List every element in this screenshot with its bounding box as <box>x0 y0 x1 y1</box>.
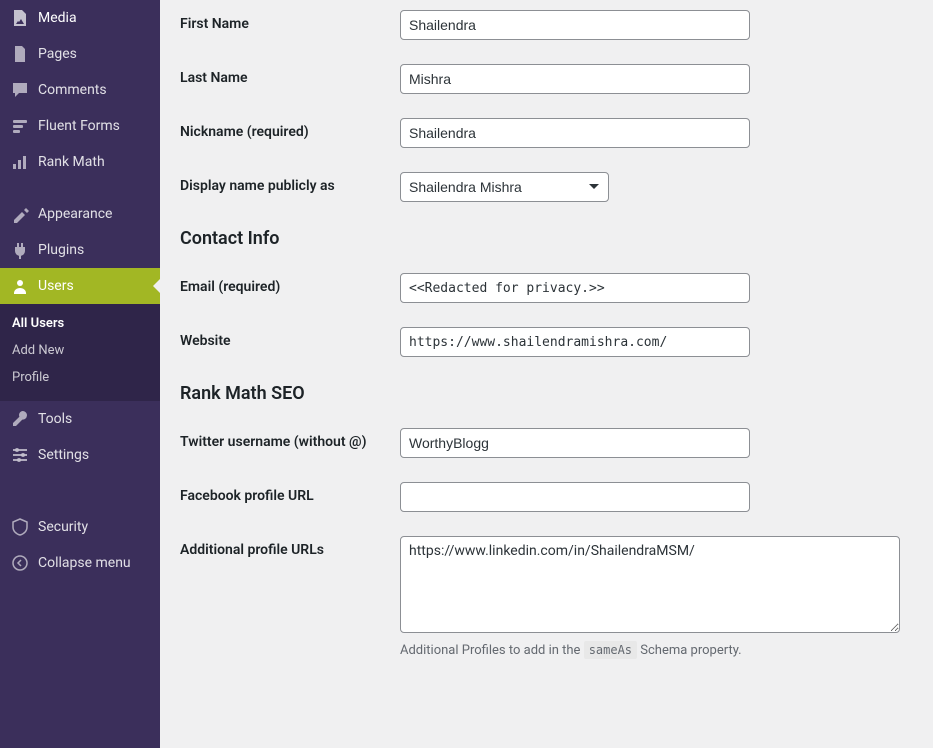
plugins-icon <box>10 240 30 260</box>
sidebar-item-plugins[interactable]: Plugins <box>0 232 160 268</box>
additional-urls-textarea[interactable]: https://www.linkedin.com/in/ShailendraMS… <box>400 536 900 633</box>
sidebar-item-appearance[interactable]: Appearance <box>0 196 160 232</box>
sidebar-item-users[interactable]: Users <box>0 268 160 304</box>
sidebar-item-label: Security <box>38 519 88 535</box>
sidebar-item-label: Tools <box>38 411 72 427</box>
nickname-input[interactable] <box>400 118 750 148</box>
twitter-input[interactable] <box>400 428 750 458</box>
first-name-label: First Name <box>180 10 400 32</box>
sidebar-item-comments[interactable]: Comments <box>0 72 160 108</box>
shield-icon <box>10 517 30 537</box>
sidebar-item-label: Rank Math <box>38 154 105 170</box>
sidebar-item-label: Comments <box>38 82 107 98</box>
first-name-input[interactable] <box>400 10 750 40</box>
facebook-label: Facebook profile URL <box>180 482 400 504</box>
email-label: Email (required) <box>180 273 400 295</box>
additional-urls-label: Additional profile URLs <box>180 536 400 558</box>
sidebar-item-rank-math[interactable]: Rank Math <box>0 144 160 180</box>
admin-sidebar: Media Pages Comments Fluent Forms Rank M… <box>0 0 160 748</box>
facebook-input[interactable] <box>400 482 750 512</box>
display-name-select[interactable]: Shailendra Mishra <box>400 172 609 202</box>
submenu-profile[interactable]: Profile <box>0 364 160 391</box>
media-icon <box>10 8 30 28</box>
nickname-label: Nickname (required) <box>180 118 400 140</box>
sidebar-item-label: Users <box>38 278 74 294</box>
users-submenu: All Users Add New Profile <box>0 304 160 401</box>
collapse-icon <box>10 553 30 573</box>
sidebar-item-fluent-forms[interactable]: Fluent Forms <box>0 108 160 144</box>
main-content: First Name Last Name Nickname (required)… <box>160 0 933 748</box>
website-label: Website <box>180 327 400 349</box>
display-name-label: Display name publicly as <box>180 172 400 194</box>
submenu-add-new[interactable]: Add New <box>0 337 160 364</box>
twitter-label: Twitter username (without @) <box>180 428 400 450</box>
email-input[interactable] <box>400 273 750 303</box>
comments-icon <box>10 80 30 100</box>
sidebar-item-label: Collapse menu <box>38 555 131 571</box>
forms-icon <box>10 116 30 136</box>
sidebar-item-security[interactable]: Security <box>0 509 160 545</box>
settings-icon <box>10 445 30 465</box>
last-name-input[interactable] <box>400 64 750 94</box>
sidebar-item-tools[interactable]: Tools <box>0 401 160 437</box>
sameas-code: sameAs <box>584 641 637 659</box>
sidebar-item-label: Media <box>38 10 77 26</box>
sidebar-item-label: Appearance <box>38 206 112 222</box>
sidebar-item-settings[interactable]: Settings <box>0 437 160 473</box>
sidebar-item-media[interactable]: Media <box>0 0 160 36</box>
pages-icon <box>10 44 30 64</box>
sidebar-item-label: Fluent Forms <box>38 118 120 134</box>
users-icon <box>10 276 30 296</box>
sidebar-item-collapse[interactable]: Collapse menu <box>0 545 160 581</box>
rankmath-heading: Rank Math SEO <box>180 383 913 404</box>
chart-icon <box>10 152 30 172</box>
sidebar-item-label: Plugins <box>38 242 84 258</box>
sidebar-item-label: Pages <box>38 46 77 62</box>
tools-icon <box>10 409 30 429</box>
appearance-icon <box>10 204 30 224</box>
website-input[interactable] <box>400 327 750 357</box>
submenu-all-users[interactable]: All Users <box>0 310 160 337</box>
last-name-label: Last Name <box>180 64 400 86</box>
additional-urls-description: Additional Profiles to add in the sameAs… <box>400 643 900 658</box>
sidebar-item-pages[interactable]: Pages <box>0 36 160 72</box>
sidebar-item-label: Settings <box>38 447 89 463</box>
contact-info-heading: Contact Info <box>180 228 913 249</box>
